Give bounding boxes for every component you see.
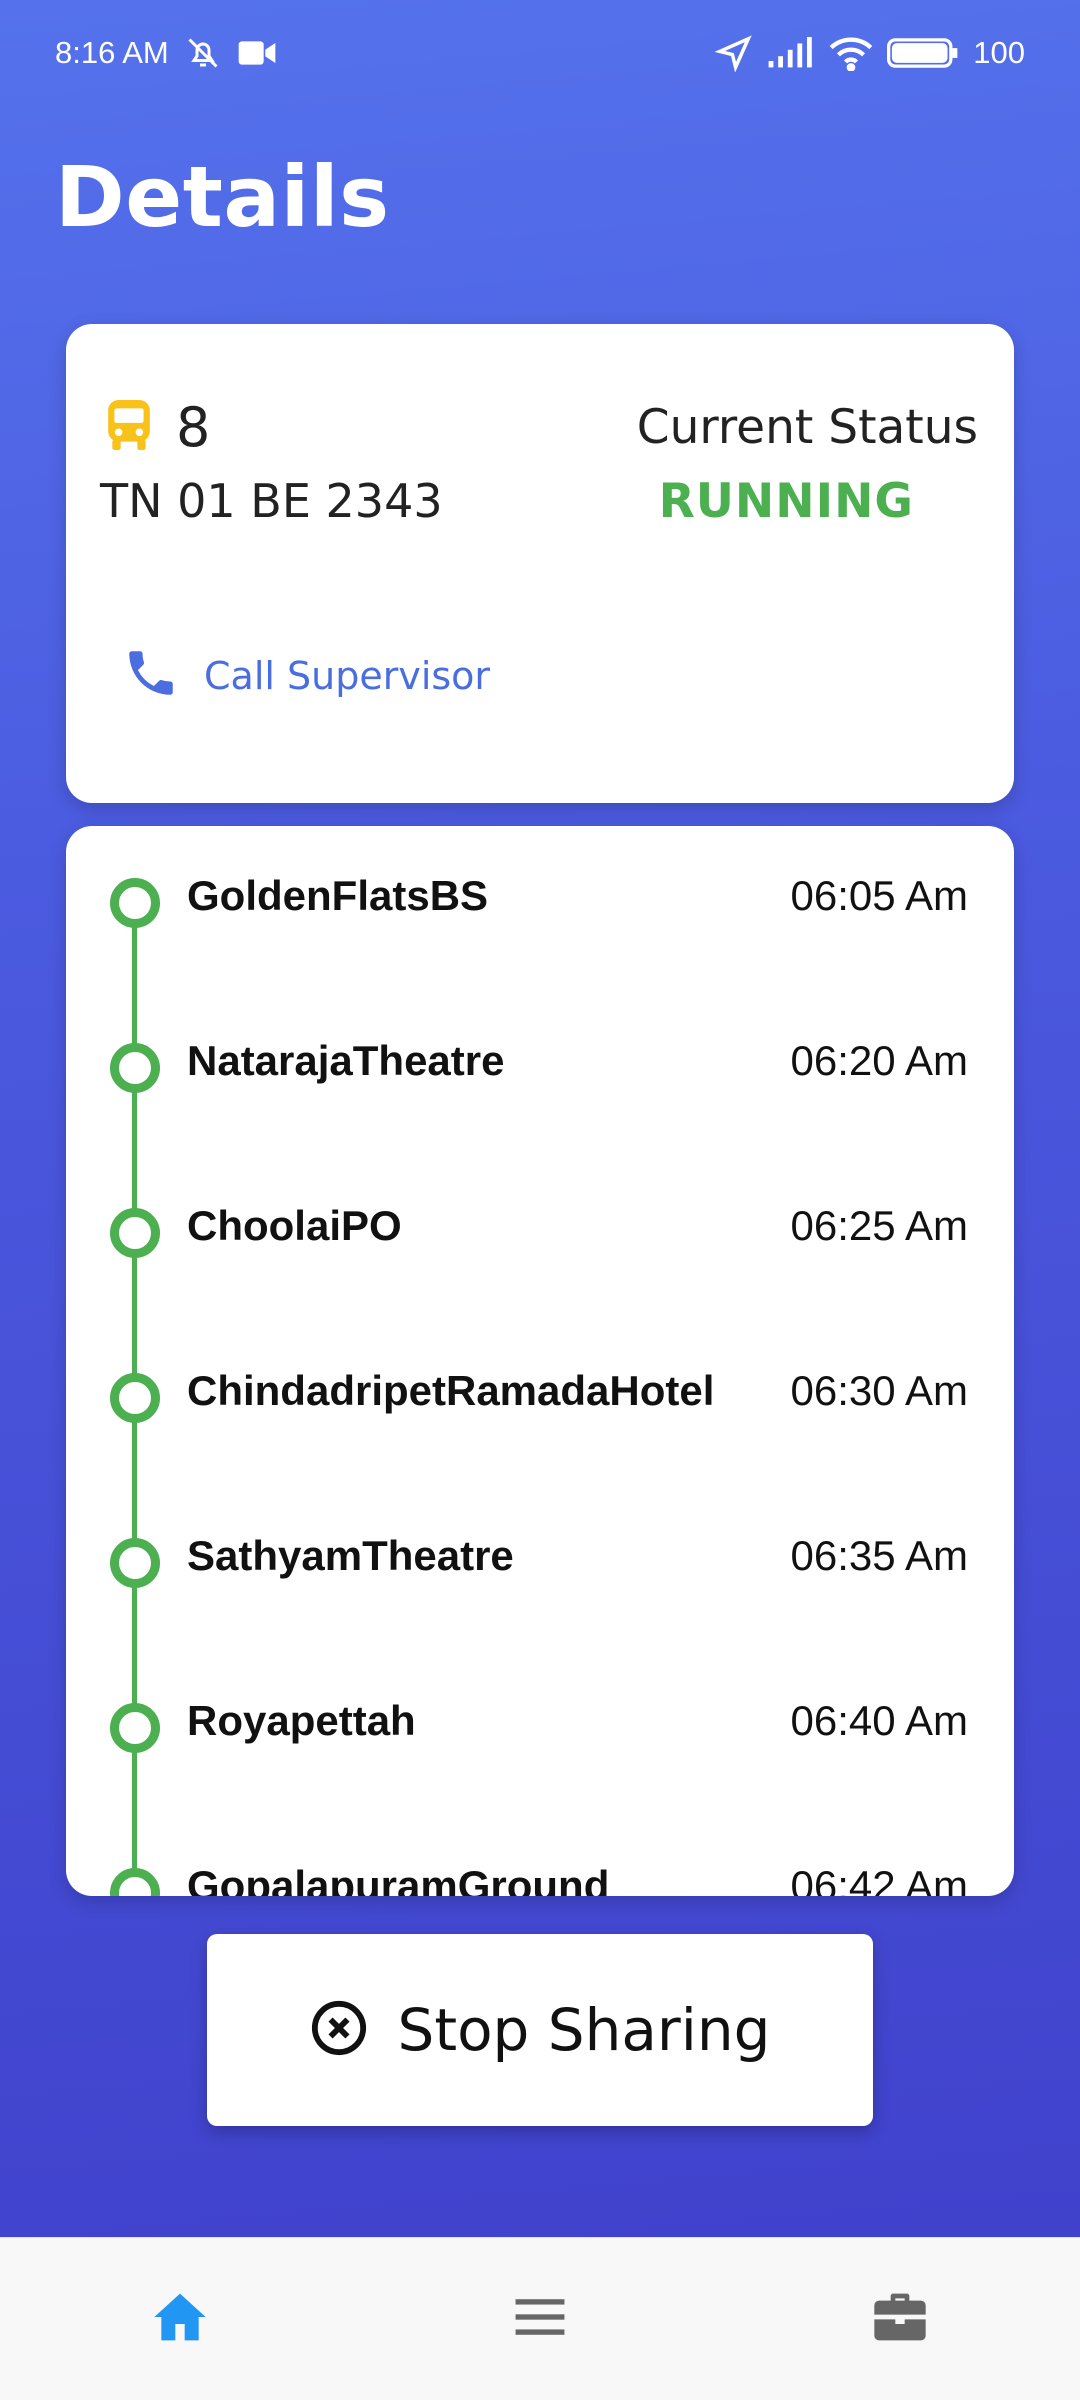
- nav-home[interactable]: [110, 2269, 250, 2369]
- status-value: RUNNING: [658, 474, 914, 529]
- stop-marker-icon: [110, 1703, 160, 1753]
- stop-name: SathyamTheatre: [187, 1532, 514, 1579]
- status-label: Current Status: [636, 400, 978, 455]
- page-title: Details: [55, 148, 390, 246]
- close-circle-icon: [310, 1999, 368, 2062]
- stop-time: 06:42 Am: [790, 1862, 968, 1896]
- stop-name: ChindadripetRamadaHotel: [187, 1367, 715, 1414]
- bus-info-card: 8 TN 01 BE 2343 Current Status RUNNING C…: [66, 324, 1014, 803]
- stop-time: 06:40 Am: [790, 1697, 968, 1744]
- battery-level: 100: [973, 34, 1025, 70]
- stop-name: GopalapuramGround: [187, 1862, 610, 1896]
- mute-icon: [183, 35, 223, 71]
- call-supervisor-button[interactable]: Call Supervisor: [122, 644, 490, 707]
- stop-time: 06:20 Am: [790, 1037, 968, 1084]
- bus-number: 8: [176, 396, 211, 459]
- stop-time: 06:25 Am: [790, 1202, 968, 1249]
- bottom-navigation: [0, 2237, 1080, 2400]
- stop-marker-icon: [110, 1538, 160, 1588]
- location-icon: [715, 34, 753, 72]
- route-stop: SathyamTheatre 06:35 Am: [66, 1486, 1014, 1651]
- nav-briefcase[interactable]: [830, 2269, 970, 2369]
- status-time: 8:16 AM: [55, 34, 169, 70]
- nav-menu[interactable]: [470, 2269, 610, 2369]
- route-stop: ChoolaiPO 06:25 Am: [66, 1156, 1014, 1321]
- briefcase-icon: [872, 2291, 928, 2348]
- route-stop: NatarajaTheatre 06:20 Am: [66, 991, 1014, 1156]
- stop-marker-icon: [110, 1868, 160, 1896]
- route-stop: Royapettah 06:40 Am: [66, 1651, 1014, 1816]
- route-stop: ChindadripetRamadaHotel 06:30 Am: [66, 1321, 1014, 1486]
- phone-icon: [122, 644, 180, 707]
- vehicle-plate: TN 01 BE 2343: [100, 474, 443, 528]
- route-stop: GoldenFlatsBS 06:05 Am: [66, 826, 1014, 991]
- stop-marker-icon: [110, 1373, 160, 1423]
- route-card: GoldenFlatsBS 06:05 Am NatarajaTheatre 0…: [66, 826, 1014, 1896]
- stop-name: Royapettah: [187, 1697, 416, 1744]
- stop-sharing-label: Stop Sharing: [397, 1996, 771, 2064]
- wifi-icon: [829, 35, 873, 71]
- route-stop: GopalapuramGround 06:42 Am: [66, 1816, 1014, 1896]
- stop-name: NatarajaTheatre: [187, 1037, 505, 1084]
- stop-name: GoldenFlatsBS: [187, 872, 489, 919]
- stop-marker-icon: [110, 1043, 160, 1093]
- bus-icon: [104, 397, 154, 458]
- stop-name: ChoolaiPO: [187, 1202, 402, 1249]
- home-icon: [152, 2291, 208, 2348]
- bus-number-row: 8: [104, 396, 210, 459]
- signal-icon: [767, 36, 815, 69]
- stop-sharing-button[interactable]: Stop Sharing: [207, 1934, 873, 2126]
- stop-time: 06:35 Am: [790, 1532, 968, 1579]
- video-icon: [237, 38, 277, 68]
- call-supervisor-label: Call Supervisor: [204, 653, 491, 698]
- stop-time: 06:05 Am: [790, 872, 968, 919]
- stop-marker-icon: [110, 878, 160, 928]
- status-bar: 8:16 AM 100: [0, 0, 1080, 105]
- stop-marker-icon: [110, 1208, 160, 1258]
- stop-time: 06:30 Am: [790, 1367, 968, 1414]
- menu-icon: [513, 2297, 567, 2342]
- battery-icon: [887, 36, 959, 70]
